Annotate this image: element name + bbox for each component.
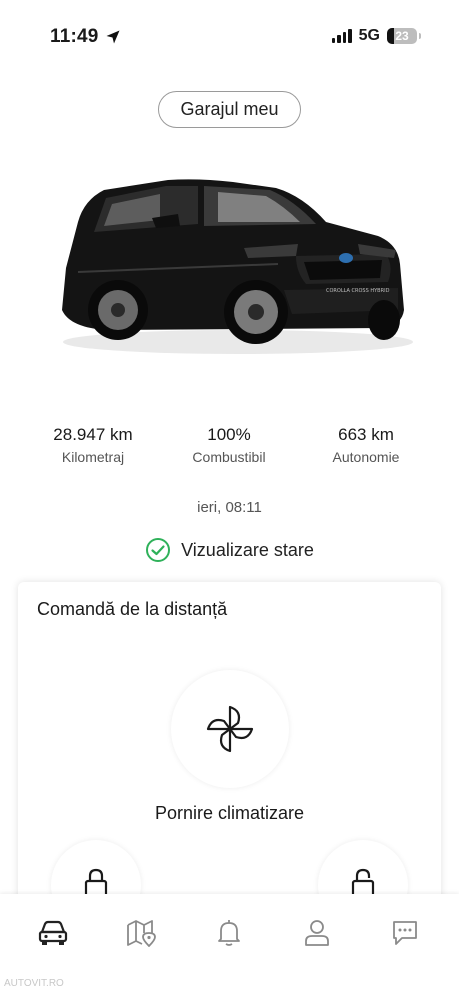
network-label: 5G: [358, 27, 380, 44]
location-arrow-icon: [106, 30, 120, 44]
profile-icon: [305, 920, 329, 946]
fuel-label: Combustibil: [192, 449, 266, 465]
battery-icon: 23: [387, 28, 421, 44]
status-bar: 11:49 5G 23: [0, 0, 459, 70]
signal-icon: [331, 29, 352, 43]
mileage-label: Kilometraj: [61, 449, 125, 465]
stat-mileage: 28.947 km Kilometraj: [23, 425, 163, 465]
remote-control-card: Comandă de la distanță Pornire climatiza…: [18, 582, 441, 922]
view-status-label: Vizualizare stare: [181, 539, 314, 560]
chat-icon: [393, 921, 417, 945]
nav-messages[interactable]: [390, 918, 420, 948]
time-text: 11:49: [50, 26, 99, 47]
range-label: Autonomie: [332, 449, 400, 465]
battery-level: 23: [395, 29, 409, 43]
fuel-value: 100%: [207, 425, 251, 444]
stat-fuel: 100% Combustibil: [159, 425, 299, 465]
start-climate-button[interactable]: [171, 670, 289, 788]
watermark: AUTOVIT.RO: [4, 978, 64, 989]
nav-notifications[interactable]: [214, 918, 244, 948]
car-icon: [38, 920, 68, 945]
start-climate-label: Pornire climatizare: [154, 803, 305, 823]
status-indicators: 5G 23: [331, 27, 421, 45]
mileage-value: 28.947 km: [53, 425, 133, 444]
status-time: 11:49: [50, 26, 121, 48]
nav-map[interactable]: [126, 918, 156, 948]
bell-icon: [218, 920, 240, 946]
fan-icon: [206, 705, 254, 753]
car-image: COROLLA CROSS HYBRID: [62, 179, 413, 354]
my-garage-button[interactable]: Garajul meu: [158, 91, 301, 128]
car-badge-text: COROLLA CROSS HYBRID: [326, 288, 390, 294]
nav-car[interactable]: [38, 918, 68, 948]
view-status-link[interactable]: Vizualizare stare: [0, 537, 459, 563]
map-icon: [127, 920, 156, 947]
vehicle-stats: 28.947 km Kilometraj 100% Combustibil 66…: [0, 425, 459, 475]
range-value: 663 km: [338, 425, 394, 444]
check-circle-icon: [146, 538, 171, 562]
remote-control-title: Comandă de la distanță: [37, 599, 228, 619]
stat-range: 663 km Autonomie: [296, 425, 436, 465]
last-update-time: ieri, 08:11: [197, 499, 262, 516]
nav-profile[interactable]: [302, 918, 332, 948]
bottom-navigation: [0, 894, 459, 998]
